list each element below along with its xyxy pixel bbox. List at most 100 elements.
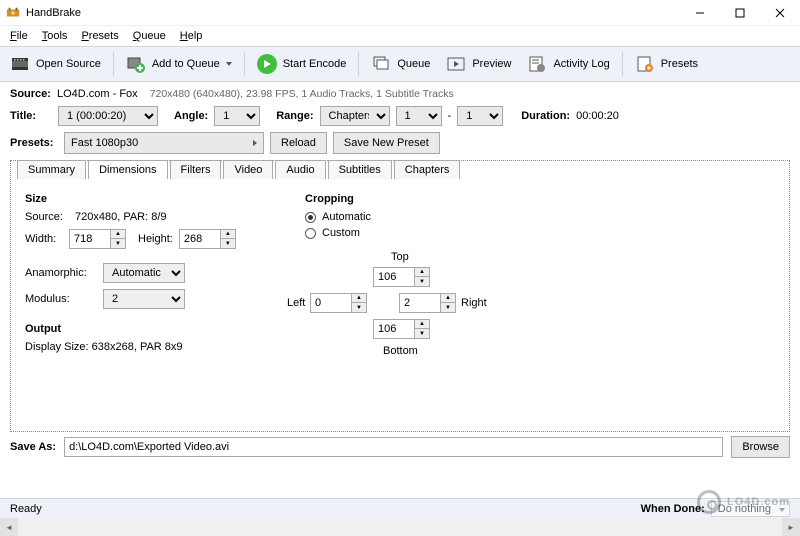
presets-button[interactable]: Presets [631, 52, 702, 76]
angle-select[interactable]: 1 [214, 106, 260, 126]
menu-queue[interactable]: Queue [127, 28, 172, 44]
anamorphic-select[interactable]: Automatic [103, 263, 185, 283]
tab-summary[interactable]: Summary [17, 160, 86, 179]
horizontal-scrollbar[interactable]: ◄ ► [0, 518, 800, 536]
crop-right-input[interactable] [399, 293, 441, 313]
activity-log-button[interactable]: Activity Log [523, 52, 613, 76]
up-icon[interactable]: ▲ [415, 320, 429, 329]
queue-button[interactable]: Queue [367, 52, 434, 76]
anamorphic-label: Anamorphic: [25, 267, 97, 279]
crop-top-input[interactable] [373, 267, 415, 287]
cropping-automatic-radio[interactable]: Automatic [305, 211, 775, 223]
cropping-heading: Cropping [305, 193, 775, 205]
scroll-right-button[interactable]: ► [782, 518, 800, 536]
down-icon[interactable]: ▼ [415, 277, 429, 286]
maximize-button[interactable] [720, 0, 760, 26]
height-input[interactable] [179, 229, 221, 249]
duration-label: Duration: [521, 110, 570, 122]
range-to-select[interactable]: 1 [457, 106, 503, 126]
tab-subtitles[interactable]: Subtitles [328, 160, 392, 179]
close-button[interactable] [760, 0, 800, 26]
width-spinner[interactable]: ▲▼ [69, 229, 126, 249]
up-icon[interactable]: ▲ [111, 230, 125, 239]
preview-button[interactable]: Preview [442, 52, 515, 76]
add-queue-icon [126, 54, 146, 74]
modulus-select[interactable]: 2 [103, 289, 185, 309]
height-label: Height: [138, 233, 173, 245]
tab-chapters[interactable]: Chapters [394, 160, 461, 179]
size-heading: Size [25, 193, 305, 205]
down-icon[interactable]: ▼ [221, 239, 235, 248]
radio-icon [305, 212, 316, 223]
toolbar-separator [244, 52, 245, 76]
crop-top-label: Top [391, 251, 409, 263]
height-spinner[interactable]: ▲▼ [179, 229, 236, 249]
scroll-track[interactable] [18, 518, 782, 536]
range-label: Range: [276, 110, 313, 122]
tab-video[interactable]: Video [223, 160, 273, 179]
crop-bottom-spinner[interactable]: ▲▼ [373, 319, 430, 339]
presets-label: Presets: [10, 137, 58, 149]
activity-log-icon [527, 54, 547, 74]
range-from-select[interactable]: 1 [396, 106, 442, 126]
crop-bottom-input[interactable] [373, 319, 415, 339]
add-to-queue-label: Add to Queue [152, 58, 220, 70]
browse-button[interactable]: Browse [731, 436, 790, 458]
menu-file[interactable]: File [4, 28, 34, 44]
up-icon[interactable]: ▲ [415, 268, 429, 277]
preview-icon [446, 54, 466, 74]
down-icon[interactable]: ▼ [111, 239, 125, 248]
cropping-automatic-label: Automatic [322, 211, 371, 223]
open-source-button[interactable]: Open Source [6, 52, 105, 76]
toolbar-separator [622, 52, 623, 76]
menu-presets[interactable]: Presets [75, 28, 124, 44]
tab-audio[interactable]: Audio [275, 160, 325, 179]
scroll-left-button[interactable]: ◄ [0, 518, 18, 536]
crop-right-spinner[interactable]: ▲▼ [399, 293, 456, 313]
display-size-value: Display Size: 638x268, PAR 8x9 [25, 341, 183, 353]
crop-bottom-label: Bottom [383, 345, 418, 357]
source-dim-label: Source: [25, 211, 69, 223]
menu-help[interactable]: Help [174, 28, 209, 44]
crop-top-spinner[interactable]: ▲▼ [373, 267, 430, 287]
save-as-input[interactable] [64, 437, 723, 457]
range-type-select[interactable]: Chapters [320, 106, 390, 126]
tab-dimensions[interactable]: Dimensions [88, 160, 167, 179]
preset-combo[interactable]: Fast 1080p30 [64, 132, 264, 154]
down-icon[interactable]: ▼ [352, 303, 366, 312]
preset-value: Fast 1080p30 [71, 137, 138, 149]
disc-icon [697, 490, 721, 514]
add-to-queue-button[interactable]: Add to Queue [122, 52, 236, 76]
app-icon [6, 6, 20, 20]
crop-left-label: Left [287, 297, 305, 309]
down-icon[interactable]: ▼ [441, 303, 455, 312]
window-title: HandBrake [26, 7, 680, 19]
menu-tools[interactable]: Tools [36, 28, 74, 44]
minimize-button[interactable] [680, 0, 720, 26]
source-info: 720x480 (640x480), 23.98 FPS, 1 Audio Tr… [150, 88, 454, 100]
tab-filters[interactable]: Filters [170, 160, 222, 179]
save-new-preset-button[interactable]: Save New Preset [333, 132, 440, 154]
save-as-row: Save As: Browse [0, 432, 800, 462]
toolbar: Open Source Add to Queue Start Encode Qu… [0, 46, 800, 82]
down-icon[interactable]: ▼ [415, 329, 429, 338]
cropping-custom-radio[interactable]: Custom [305, 227, 775, 239]
up-icon[interactable]: ▲ [221, 230, 235, 239]
width-input[interactable] [69, 229, 111, 249]
open-source-label: Open Source [36, 58, 101, 70]
title-select[interactable]: 1 (00:00:20) [58, 106, 158, 126]
cropping-custom-label: Custom [322, 227, 360, 239]
crop-left-input[interactable] [310, 293, 352, 313]
titlebar: HandBrake [0, 0, 800, 26]
watermark-text: LO4D.com [727, 496, 790, 508]
crop-left-spinner[interactable]: ▲▼ [310, 293, 367, 313]
radio-icon [305, 228, 316, 239]
queue-icon [371, 54, 391, 74]
up-icon[interactable]: ▲ [441, 294, 455, 303]
start-encode-button[interactable]: Start Encode [253, 52, 351, 76]
reload-button[interactable]: Reload [270, 132, 327, 154]
duration-value: 00:00:20 [576, 110, 619, 122]
when-done-label: When Done: [641, 503, 705, 515]
toolbar-separator [358, 52, 359, 76]
up-icon[interactable]: ▲ [352, 294, 366, 303]
